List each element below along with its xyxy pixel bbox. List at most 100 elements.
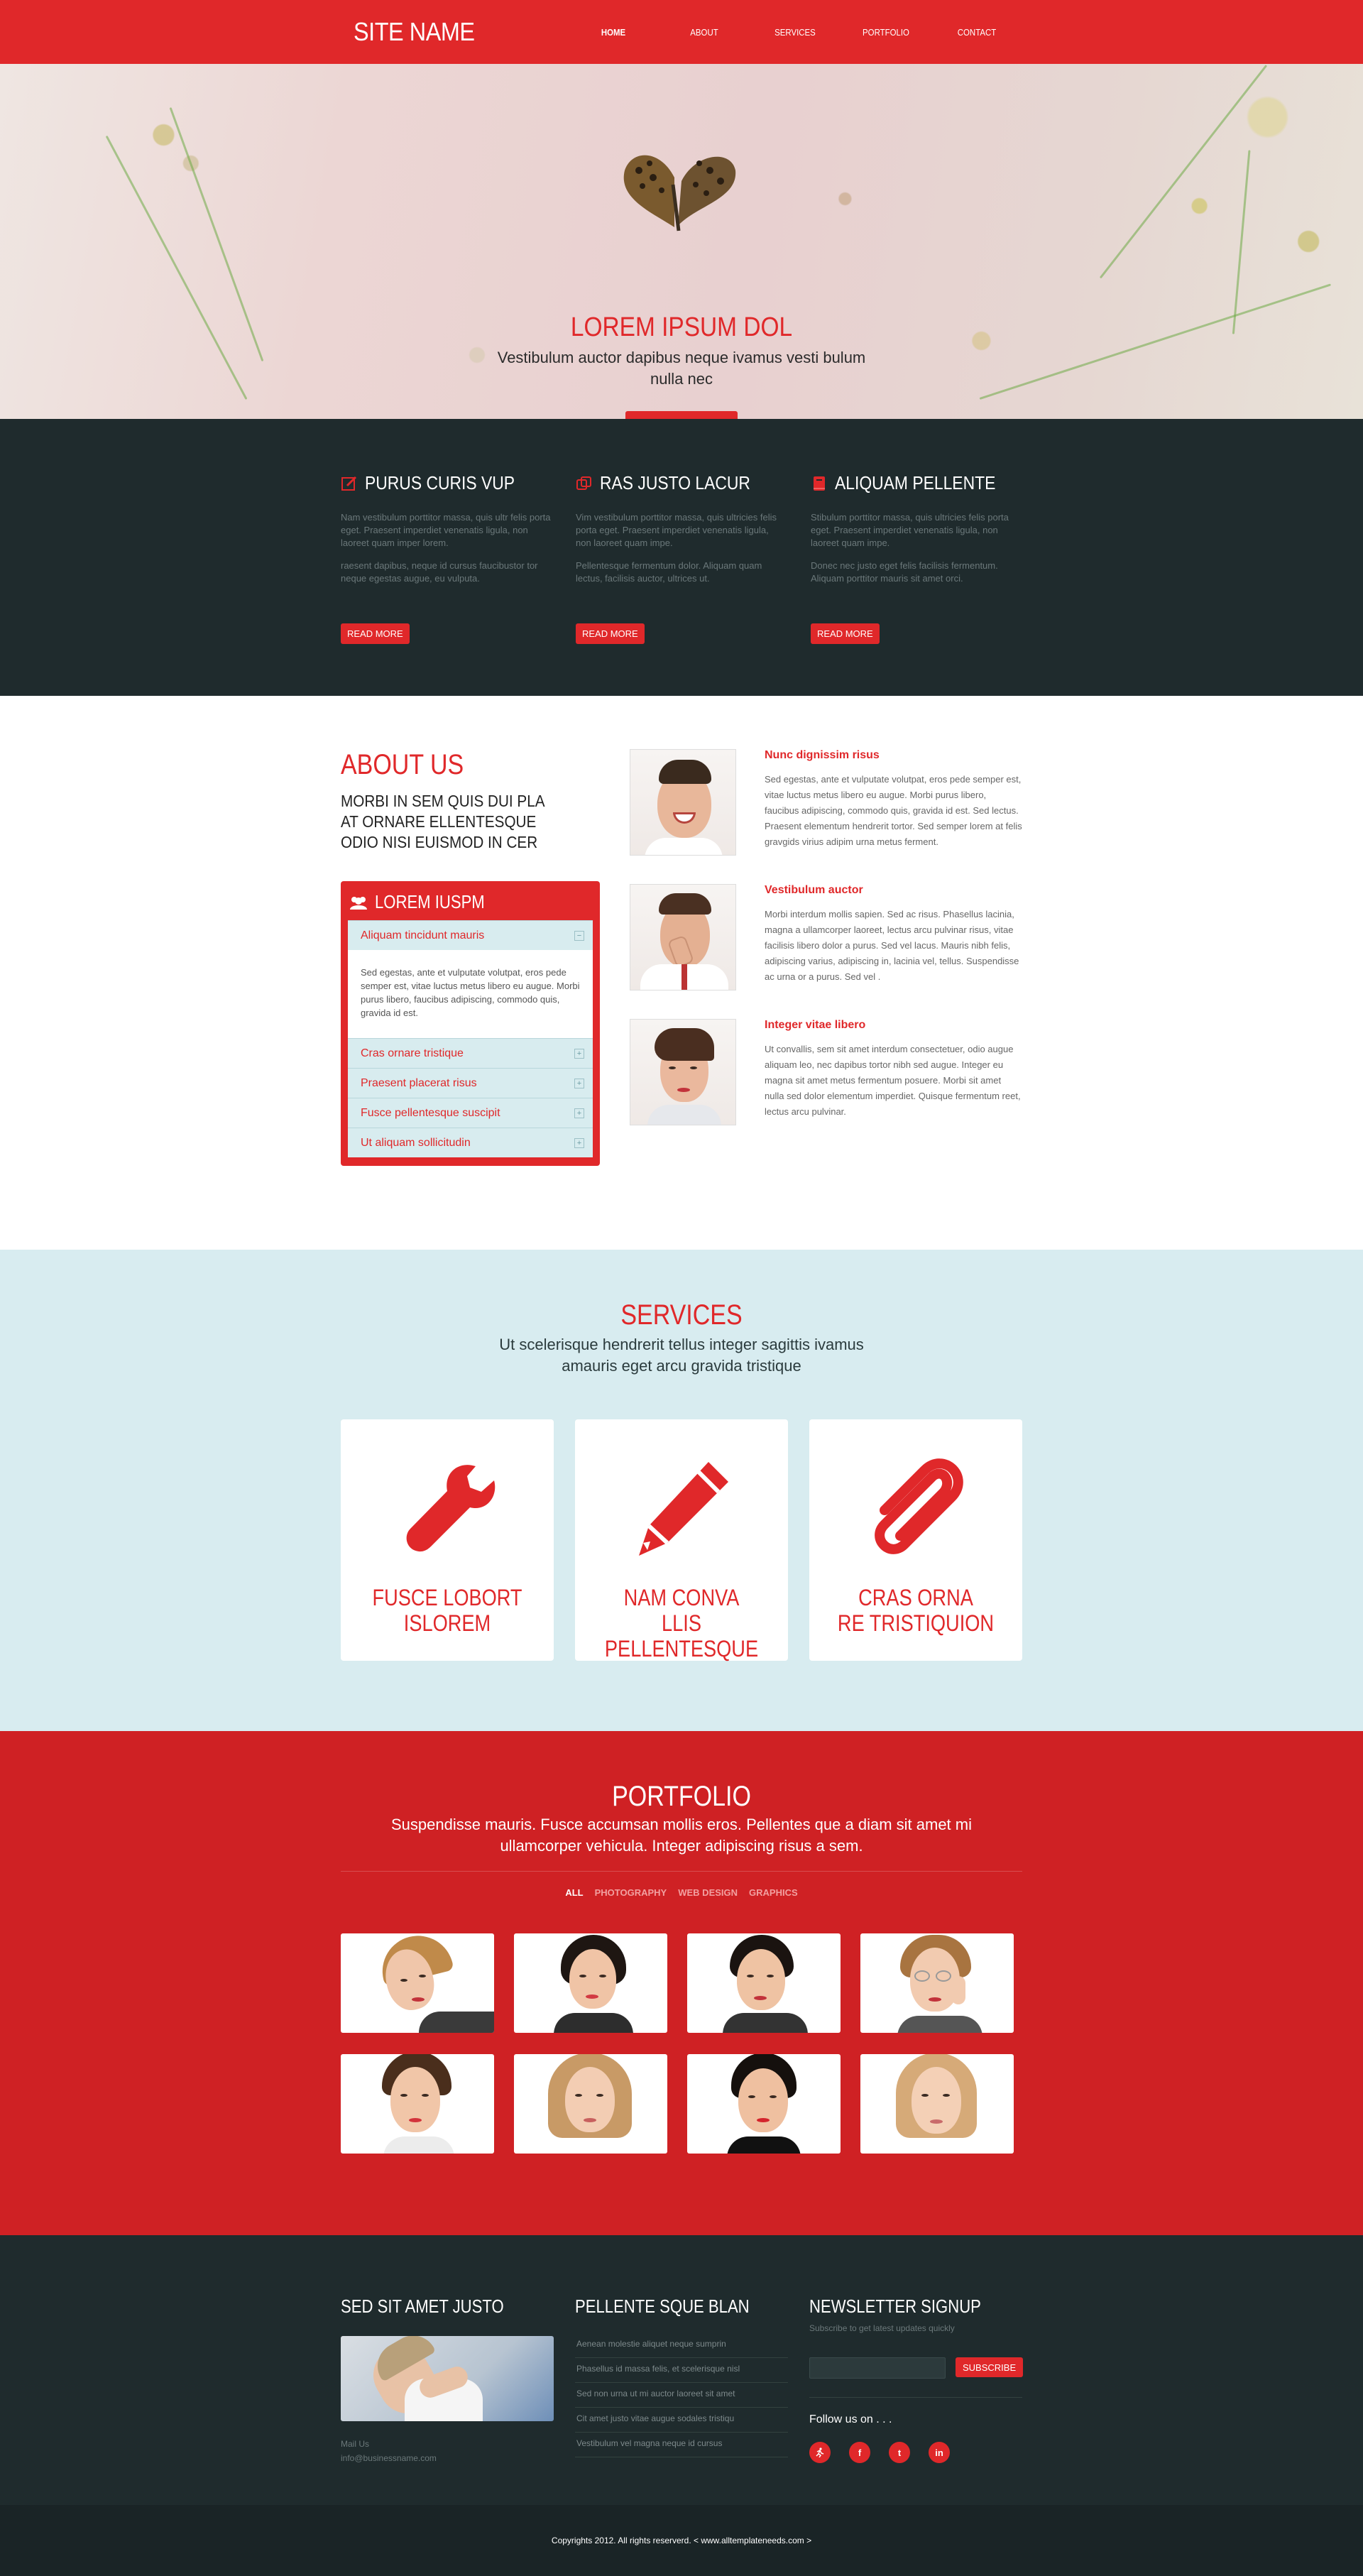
footer-column-links: PELLENTE SQUE BLAN Aenean molestie aliqu… — [575, 2296, 788, 2465]
newsletter-subtitle: Subscribe to get latest updates quickly — [809, 2323, 955, 2333]
filter-all[interactable]: ALL — [565, 1887, 583, 1898]
about-section: ABOUT US MORBI IN SEM QUIS DUI PLA AT OR… — [0, 696, 1363, 1250]
feature-text: raesent dapibus, neque id cursus faucibu… — [341, 560, 538, 584]
portfolio-item[interactable] — [687, 1933, 841, 2033]
flower-stem — [1232, 150, 1251, 334]
service-card[interactable]: NAM CONVA LLIS PELLENTESQUE — [575, 1419, 788, 1661]
team-member-name[interactable]: Nunc dignissim risus — [765, 749, 1022, 762]
expand-icon: + — [574, 1078, 584, 1088]
hero-content: LOREM IPSUM DOL Vestibulum auctor dapibu… — [0, 312, 1363, 419]
team-member: Integer vitae libero Ut convallis, sem s… — [630, 1019, 1022, 1125]
nav-home[interactable]: HOME — [574, 27, 654, 38]
team-member-name[interactable]: Integer vitae libero — [765, 1019, 1022, 1032]
follow-label: Follow us on . . . — [809, 2413, 892, 2425]
portfolio-section: PORTFOLIO Suspendisse mauris. Fusce accu… — [0, 1731, 1363, 2235]
portfolio-item[interactable] — [341, 1933, 494, 2033]
butterfly-image — [623, 155, 736, 231]
portfolio-item[interactable] — [341, 2054, 494, 2154]
newsletter-email-input[interactable] — [809, 2357, 946, 2379]
team-member-bio: Ut convallis, sem sit amet interdum cons… — [765, 1044, 1021, 1117]
portfolio-filters: ALL PHOTOGRAPHY WEB DESIGN GRAPHICS — [341, 1887, 1022, 1898]
footer-link[interactable]: Sed non urna ut mi auctor laoreet sit am… — [575, 2383, 788, 2408]
service-title: CRAS ORNA RE TRISTIQUION — [837, 1585, 995, 1636]
copy-icon — [576, 476, 591, 490]
services-subtitle: Ut scelerisque hendrerit tellus integer … — [499, 1336, 864, 1375]
accordion-content: Sed egestas, ante et vulputate volutpat,… — [348, 950, 593, 1038]
hero-subtitle: Vestibulum auctor dapibus neque ivamus v… — [497, 349, 866, 388]
accordion-item-open[interactable]: Aliquam tincidunt mauris − — [348, 920, 593, 950]
team-member: Nunc dignissim risus Sed egestas, ante e… — [630, 749, 1022, 856]
footer-link[interactable]: Phasellus id massa felis, et scelerisque… — [575, 2358, 788, 2383]
footer-link[interactable]: Aenean molestie aliquet neque sumprin — [575, 2333, 788, 2358]
mail-link[interactable]: info@businessname.com — [341, 2451, 554, 2465]
read-more-button[interactable]: READ MORE — [341, 623, 410, 644]
read-more-button[interactable]: READ MORE — [576, 623, 645, 644]
site-header: SITE NAME HOME ABOUT SERVICES PORTFOLIO … — [0, 0, 1363, 64]
feature-text: Stibulum porttitor massa, quis ultricies… — [811, 512, 1009, 548]
nav-about[interactable]: ABOUT — [664, 27, 745, 38]
accordion-title: LOREM IUSPM — [375, 891, 485, 912]
facebook-icon[interactable]: f — [849, 2442, 870, 2463]
nav-services[interactable]: SERVICES — [755, 27, 836, 38]
portfolio-item[interactable] — [687, 2054, 841, 2154]
service-card[interactable]: CRAS ORNA RE TRISTIQUION — [809, 1419, 1022, 1661]
accordion-item-label: Praesent placerat risus — [361, 1076, 477, 1089]
about-title: ABOUT US — [341, 749, 464, 780]
expand-icon: + — [574, 1048, 584, 1059]
runner-icon[interactable] — [809, 2442, 831, 2463]
filter-web-design[interactable]: WEB DESIGN — [678, 1887, 738, 1898]
nav-portfolio[interactable]: PORTFOLIO — [846, 27, 926, 38]
portfolio-item[interactable] — [514, 1933, 667, 2033]
twitter-icon[interactable]: t — [889, 2442, 910, 2463]
site-footer: SED SIT AMET JUSTO Mail Us info@business… — [0, 2235, 1363, 2505]
hero-banner: LOREM IPSUM DOL Vestibulum auctor dapibu… — [0, 64, 1363, 419]
team-photo — [630, 749, 736, 856]
feature-3: ALIQUAM PELLENTE Stibulum porttitor mass… — [811, 472, 1022, 644]
site-logo[interactable]: SITE NAME — [354, 17, 475, 47]
accordion-item[interactable]: Praesent placerat risus + — [348, 1068, 593, 1098]
footer-column-about: SED SIT AMET JUSTO Mail Us info@business… — [341, 2296, 554, 2465]
accordion-item[interactable]: Cras ornare tristique + — [348, 1038, 593, 1068]
mail-label: Mail Us — [341, 2439, 370, 2449]
copyright-bar: Copyrights 2012. All rights reserverd. <… — [0, 2505, 1363, 2576]
nav-contact[interactable]: CONTACT — [937, 27, 1017, 38]
accordion-item-label: Aliquam tincidunt mauris — [361, 929, 485, 942]
footer-link[interactable]: Cit amet justo vitae augue sodales trist… — [575, 2408, 788, 2433]
team-photo — [630, 884, 736, 990]
subscribe-button[interactable]: SUBSCRIBE — [956, 2357, 1024, 2377]
feature-text: Pellentesque fermentum dolor. Aliquam qu… — [576, 560, 762, 584]
filter-photography[interactable]: PHOTOGRAPHY — [595, 1887, 667, 1898]
portfolio-grid — [341, 1933, 1022, 2154]
social-links: f t in — [809, 2442, 1022, 2463]
service-title: NAM CONVA LLIS PELLENTESQUE — [604, 1585, 759, 1661]
accordion-item-label: Ut aliquam sollicitudin — [361, 1136, 471, 1149]
linkedin-icon[interactable]: in — [929, 2442, 950, 2463]
service-card[interactable]: FUSCE LOBORT ISLOREM — [341, 1419, 554, 1661]
accordion-item[interactable]: Fusce pellentesque suscipit + — [348, 1098, 593, 1128]
feature-text: Donec nec justo eget felis facilisis fer… — [811, 560, 998, 584]
accordion-item-label: Cras ornare tristique — [361, 1047, 464, 1059]
read-more-button[interactable]: READ MORE — [811, 623, 880, 644]
accordion-item-label: Fusce pellentesque suscipit — [361, 1106, 500, 1119]
portfolio-item[interactable] — [860, 1933, 1014, 2033]
wrench-icon — [406, 1465, 496, 1552]
expand-icon: + — [574, 1108, 584, 1118]
copyright-text: Copyrights 2012. All rights reserverd. <… — [551, 2536, 812, 2545]
feature-title: ALIQUAM PELLENTE — [835, 472, 996, 493]
portfolio-item[interactable] — [514, 2054, 667, 2154]
footer-image — [341, 2336, 554, 2421]
divider — [341, 1871, 1022, 1872]
footer-title: SED SIT AMET JUSTO — [341, 2296, 504, 2317]
newsletter-form: SUBSCRIBE — [809, 2357, 1024, 2379]
footer-link[interactable]: Vestibulum vel magna neque id cursus — [575, 2433, 788, 2457]
portfolio-item[interactable] — [860, 2054, 1014, 2154]
accordion-item[interactable]: Ut aliquam sollicitudin + — [348, 1128, 593, 1157]
team-member-name[interactable]: Vestibulum auctor — [765, 884, 1022, 897]
paperclip-icon — [875, 1458, 963, 1554]
services-section: SERVICES Ut scelerisque hendrerit tellus… — [0, 1250, 1363, 1731]
hero-button[interactable]: BULOREM IPSUM — [625, 411, 738, 419]
team-member-bio: Morbi interdum mollis sapien. Sed ac ris… — [765, 909, 1019, 982]
filter-graphics[interactable]: GRAPHICS — [749, 1887, 798, 1898]
expand-icon: + — [574, 1137, 584, 1148]
divider — [809, 2397, 1022, 2398]
